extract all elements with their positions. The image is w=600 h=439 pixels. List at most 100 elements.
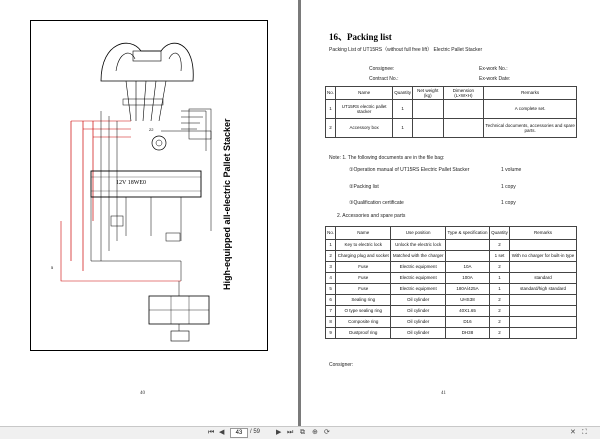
accessories-table-cell: Oil cylinder bbox=[390, 294, 446, 306]
packing-table-cell bbox=[442, 118, 485, 138]
accessories-table-row: 9 Dustproof ring Oil cylinder DH38 2 bbox=[324, 327, 577, 339]
page-number-input[interactable]: 43 bbox=[230, 428, 248, 438]
diagram-title: High-equipped all-electric Pallet Stacke… bbox=[222, 118, 232, 290]
packing-table-header-cell: No. bbox=[324, 86, 337, 100]
accessories-table-cell: 2 bbox=[488, 305, 511, 317]
accessories-table-cell: 100A bbox=[445, 272, 490, 284]
doc-3-qty: 1 copy bbox=[501, 200, 516, 206]
right-page: 16、Packing list Packing List of UT15RS（w… bbox=[301, 0, 600, 426]
section-subtitle: Packing List of UT15RS（without full free… bbox=[329, 47, 483, 53]
wiring-diagram: 5 22 bbox=[51, 42, 212, 342]
accessories-table-cell bbox=[509, 316, 577, 328]
svg-text:22: 22 bbox=[149, 127, 154, 132]
accessories-table-cell: Oil cylinder bbox=[390, 327, 446, 339]
close-icon[interactable]: ✕ bbox=[570, 428, 576, 437]
rotate-icon[interactable]: ⟳ bbox=[324, 428, 330, 437]
accessories-table-cell: With no charger for built-in type bbox=[509, 250, 577, 262]
accessories-table-cell: 2 bbox=[488, 316, 511, 328]
accessories-table-header-cell: Remarks bbox=[509, 226, 577, 240]
first-page-icon[interactable]: ⏮ bbox=[208, 428, 214, 437]
accessories-table-cell: O type sealing ring bbox=[335, 305, 392, 317]
accessories-table-cell: Key to electric lock bbox=[335, 239, 392, 251]
accessories-table-header-cell: Name bbox=[335, 226, 392, 240]
fit-page-icon[interactable]: ⧉ bbox=[300, 428, 305, 437]
next-page-icon[interactable]: ▶ bbox=[276, 428, 281, 437]
accessories-table-cell: Oil cylinder bbox=[390, 316, 446, 328]
packing-table-cell: A complete set. bbox=[483, 99, 577, 119]
diagram-frame: 5 22 12V 18WE0 bbox=[30, 20, 268, 351]
accessories-table-cell: 2 bbox=[488, 239, 511, 251]
accessories-table-header-row: No. Name Use position Type & specification Q… bbox=[324, 226, 577, 240]
accessories-table-cell: 40X1.65 bbox=[445, 305, 490, 317]
packing-table-cell bbox=[442, 99, 485, 119]
accessories-table-cell bbox=[509, 261, 577, 273]
packing-table-header-cell: Quantity bbox=[392, 86, 414, 100]
doc-2-name: ②Packing list bbox=[349, 184, 379, 190]
accessories-table-cell: 180A/425A bbox=[445, 283, 490, 295]
accessories-table-cell bbox=[445, 250, 490, 262]
accessories-table-cell: Dustproof ring bbox=[335, 327, 392, 339]
left-page: 5 22 12V 18WE0 High-equipped all-electri… bbox=[0, 0, 298, 426]
doc-3-name: ③Qualification certificate bbox=[349, 200, 404, 206]
contract-label: Contract No.: bbox=[369, 76, 399, 82]
packing-table-cell: Technical documents, accessories and spa… bbox=[483, 118, 577, 138]
accessories-table-row: 3 Fuse Electric equipment 10A 2 bbox=[324, 261, 577, 273]
page-count: / 59 bbox=[250, 429, 261, 435]
doc-2-qty: 1 copy bbox=[501, 184, 516, 190]
previous-page-icon[interactable]: ◀ bbox=[219, 428, 224, 437]
packing-table-cell bbox=[412, 118, 444, 138]
accessories-table-row: 6 Sealing ring Oil cylinder UHS38 2 bbox=[324, 294, 577, 306]
packing-table: No. Name Quantity Net weight (kg) Dimension … bbox=[324, 86, 577, 138]
accessories-table-cell: 10A bbox=[445, 261, 490, 273]
accessories-table-cell bbox=[509, 327, 577, 339]
packing-table-cell: UT15RS electric pallet stacker bbox=[335, 99, 394, 119]
accessories-table-cell: 2 bbox=[488, 294, 511, 306]
accessories-table-cell: 2 bbox=[488, 327, 511, 339]
left-page-number: 40 bbox=[140, 391, 145, 396]
doc-1-name: ①Operation manual of UT15RS Electric Pal… bbox=[349, 167, 470, 173]
accessories-table-header-cell: Type & specification bbox=[445, 226, 490, 240]
note-1: Note: 1. The following documents are in … bbox=[329, 155, 445, 161]
accessories-table-cell: 2 bbox=[488, 261, 511, 273]
accessories-table-cell: Electric equipment bbox=[390, 261, 446, 273]
pdf-toolbar: ⏮ ◀ 43 / 59 ▶ ⏭ ⧉ ⊕ ⟳ ✕ ⛶ bbox=[0, 426, 600, 439]
accessories-table-row: 8 Composite ring Oil cylinder D16 2 bbox=[324, 316, 577, 328]
accessories-table-cell: Electric equipment bbox=[390, 283, 446, 295]
accessories-table-cell: 1 bbox=[488, 283, 511, 295]
accessories-table-row: 1 Key to electric lock Unlock the electric… bbox=[324, 239, 577, 251]
packing-table-cell bbox=[412, 99, 444, 119]
accessories-table-cell bbox=[445, 239, 490, 251]
accessories-table-cell: 1 bbox=[488, 272, 511, 284]
accessories-table-cell: 4 bbox=[324, 272, 337, 284]
accessories-table-cell: 5 bbox=[324, 283, 337, 295]
accessories-table-cell: Oil cylinder bbox=[390, 305, 446, 317]
last-page-icon[interactable]: ⏭ bbox=[287, 428, 293, 437]
packing-table-cell: 1 bbox=[324, 99, 337, 119]
packing-table-cell: Accessory box bbox=[335, 118, 394, 138]
accessories-table: No. Name Use position Type & specification Q… bbox=[324, 226, 577, 339]
accessories-table-cell: Fuse bbox=[335, 272, 392, 284]
accessories-table-cell bbox=[509, 239, 577, 251]
accessories-table-cell: Unlock the electric lock bbox=[390, 239, 446, 251]
packing-table-header-cell: Remarks bbox=[483, 86, 577, 100]
accessories-table-row: 2 Charging plug and socket Matched with th… bbox=[324, 250, 577, 262]
right-page-number: 41 bbox=[441, 391, 446, 396]
accessories-table-header-cell: No. bbox=[324, 226, 337, 240]
board-label: 12V 18WE0 bbox=[116, 180, 147, 186]
accessories-table-cell: Fuse bbox=[335, 283, 392, 295]
accessories-table-cell: 6 bbox=[324, 294, 337, 306]
fullscreen-icon[interactable]: ⛶ bbox=[582, 428, 587, 437]
exwork-no-label: Ex-work No.: bbox=[479, 66, 508, 72]
accessories-table-cell: 1 bbox=[324, 239, 337, 251]
accessories-table-cell bbox=[509, 305, 577, 317]
packing-table-header-row: No. Name Quantity Net weight (kg) Dimension … bbox=[324, 86, 577, 100]
accessories-table-cell: 7 bbox=[324, 305, 337, 317]
accessories-table-cell: Sealing ring bbox=[335, 294, 392, 306]
zoom-icon[interactable]: ⊕ bbox=[312, 428, 318, 437]
accessories-table-cell: standard/high standard bbox=[509, 283, 577, 295]
doc-1-qty: 1 volume bbox=[501, 167, 522, 173]
packing-table-cell: 1 bbox=[392, 118, 414, 138]
accessories-table-cell: 8 bbox=[324, 316, 337, 328]
packing-table-row: 2 Accessory box 1 Technical documents, acce… bbox=[324, 118, 577, 138]
accessories-table-cell: Electric equipment bbox=[390, 272, 446, 284]
